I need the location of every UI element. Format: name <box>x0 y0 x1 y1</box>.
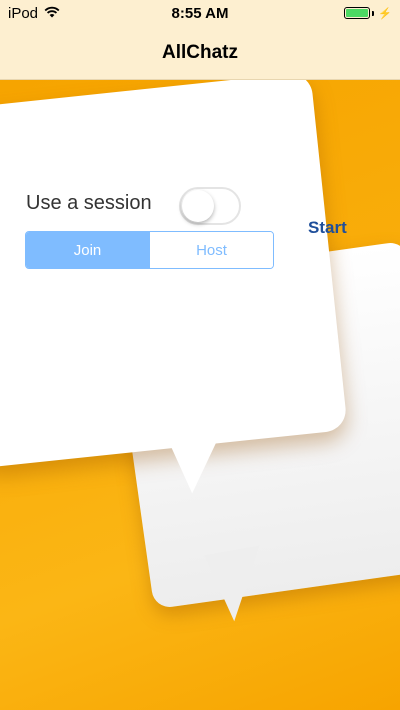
join-segment[interactable]: Join <box>26 232 149 268</box>
status-left: iPod <box>8 5 60 22</box>
use-session-label: Use a session <box>26 192 152 214</box>
chat-bubbles-background <box>0 80 400 710</box>
wifi-icon <box>44 5 60 22</box>
battery-icon: ⚡ <box>344 7 392 20</box>
start-button[interactable]: Start <box>308 218 347 238</box>
host-segment[interactable]: Host <box>149 232 273 268</box>
nav-bar: AllChatz <box>0 26 400 80</box>
toggle-knob <box>182 190 214 222</box>
front-chat-bubble <box>0 80 348 469</box>
nav-title: AllChatz <box>162 41 238 63</box>
carrier-label: iPod <box>8 4 39 22</box>
use-session-toggle[interactable] <box>179 187 241 225</box>
join-host-segmented-control: Join Host <box>25 231 274 269</box>
status-bar: iPod 8:55 AM ⚡ <box>0 0 400 26</box>
back-chat-bubble-tail <box>204 545 272 625</box>
charging-bolt-icon: ⚡ <box>378 7 392 20</box>
